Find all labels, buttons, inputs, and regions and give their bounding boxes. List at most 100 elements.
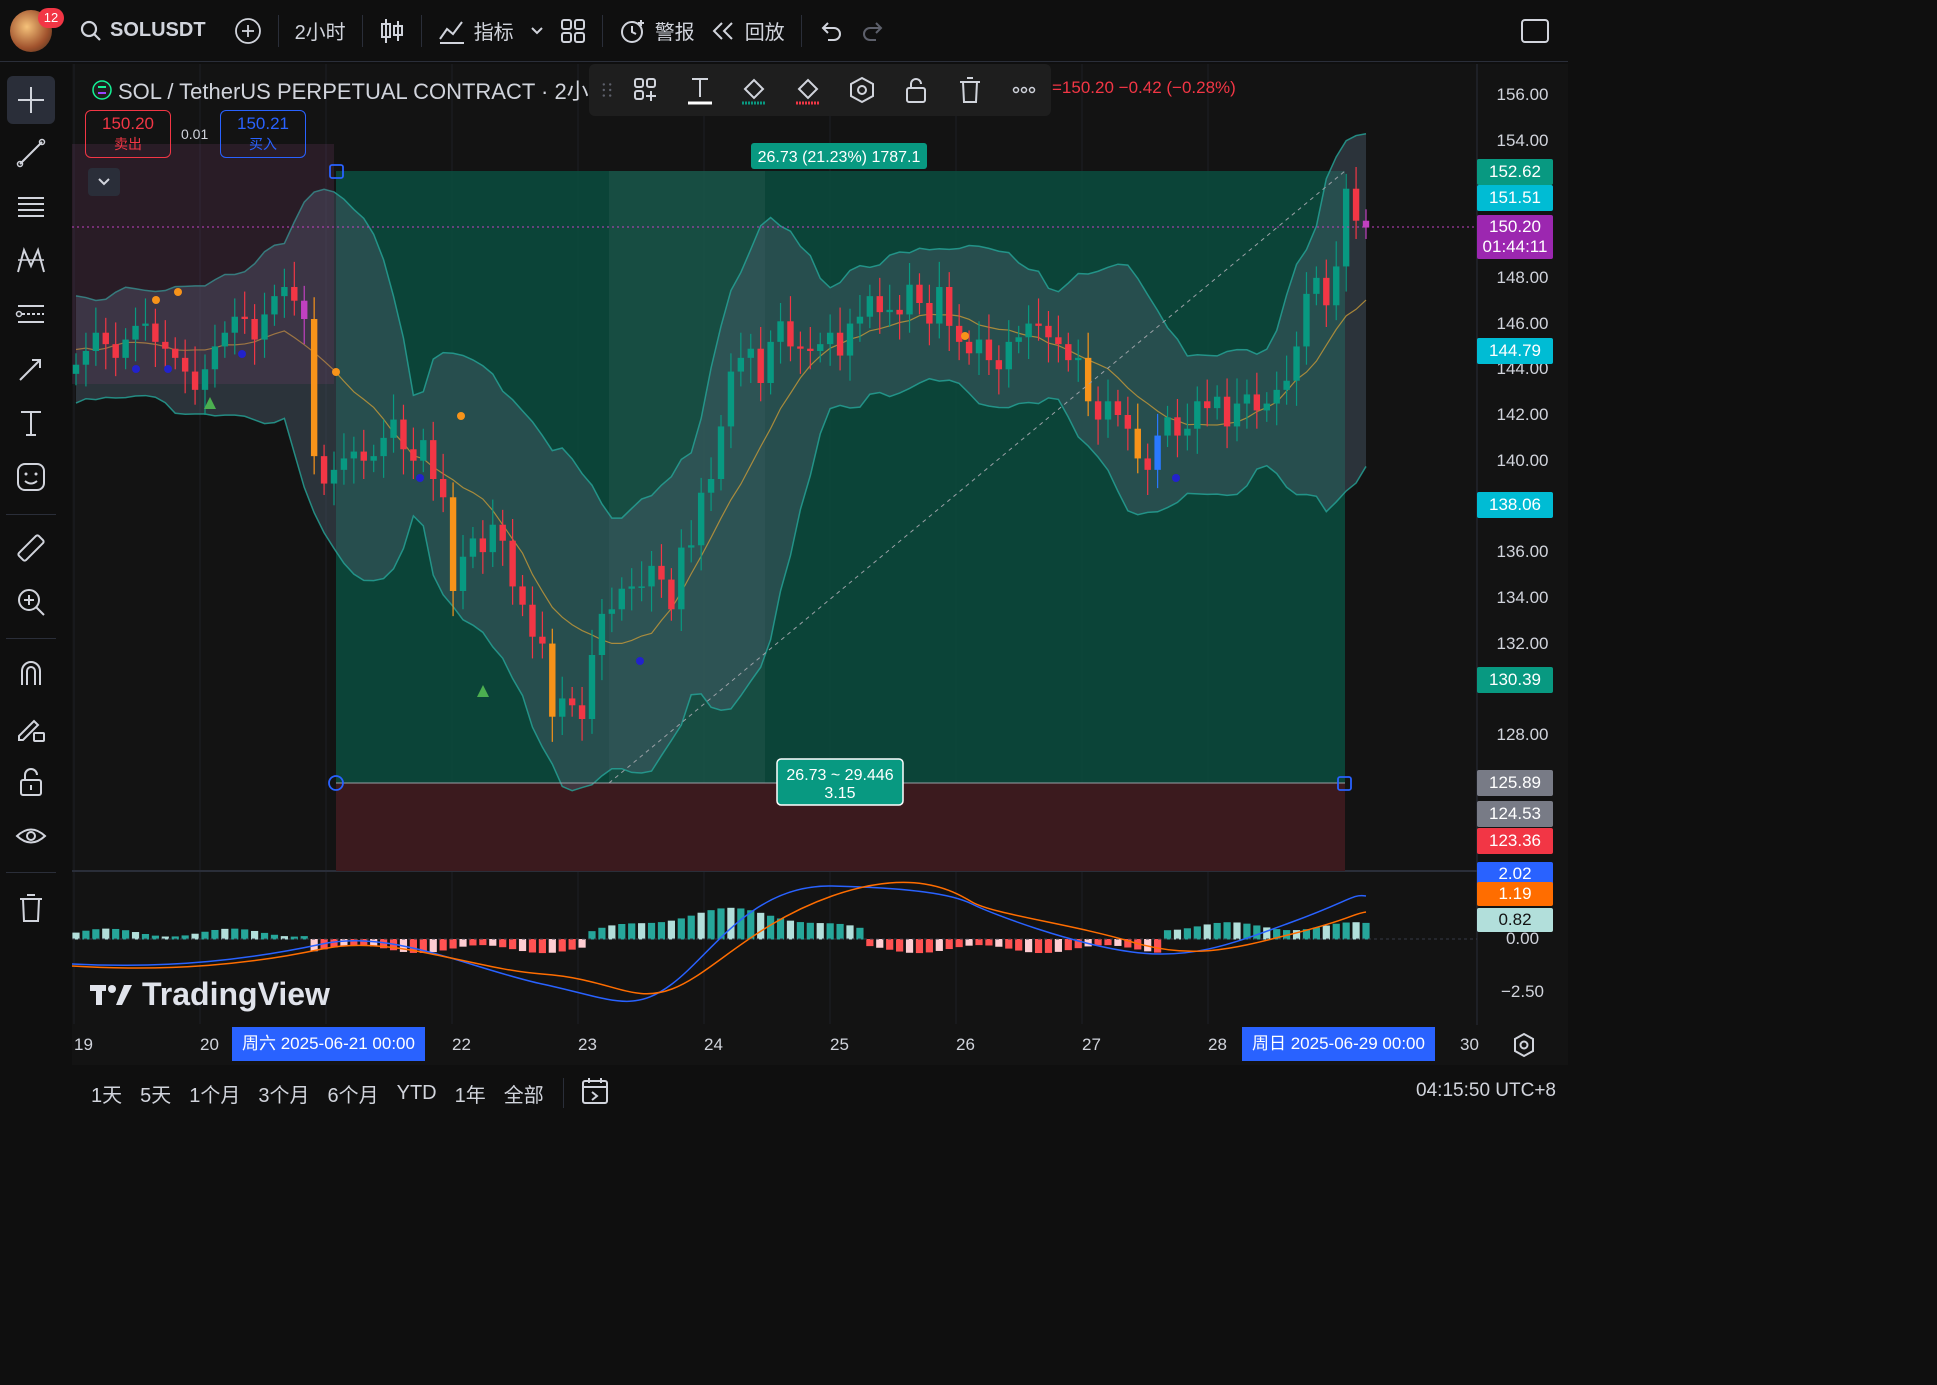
fill-color-button[interactable]: [727, 68, 781, 112]
macd-histogram-bar: [896, 939, 904, 952]
sticker-tool[interactable]: [7, 453, 55, 501]
legend-collapse-button[interactable]: [88, 168, 120, 196]
delete-drawing-button[interactable]: [943, 68, 997, 112]
hide-drawings-tool[interactable]: [7, 812, 55, 860]
price-label: 148.00: [1496, 267, 1549, 287]
template-button[interactable]: [619, 68, 673, 112]
buy-button[interactable]: 150.21 买入: [220, 110, 306, 158]
chart-pane[interactable]: 26.73 (21.23%) 1787.1 26.73 ~ 29.446 3.15 …: [72, 64, 1568, 1064]
top-toolbar: 12 SOLUSDT 2小时 指标 警报 回放: [0, 0, 1568, 62]
delete-drawings-tool[interactable]: [7, 884, 55, 932]
magnet-tool[interactable]: [7, 650, 55, 698]
indicators-button[interactable]: 指标: [430, 11, 522, 51]
candle-body: [886, 309, 893, 313]
macd-histogram-bar: [221, 928, 229, 940]
candle-body: [1045, 325, 1052, 338]
time-label: 23: [578, 1035, 597, 1054]
utc-clock[interactable]: 04:15:50 UTC+8: [1416, 1080, 1556, 1102]
candle-body: [1303, 293, 1310, 347]
lock-drawing-tool[interactable]: [7, 704, 55, 752]
drag-handle[interactable]: [595, 68, 619, 112]
macd-histogram-bar: [201, 931, 209, 940]
macd-histogram-bar: [985, 939, 993, 946]
toolbar-divider: [6, 872, 56, 873]
sell-button[interactable]: 150.20 卖出: [85, 110, 171, 158]
redo-button[interactable]: [852, 11, 894, 51]
chart-type-button[interactable]: [371, 11, 413, 51]
macd-histogram-bar: [449, 939, 457, 949]
interval-button[interactable]: 2小时: [287, 11, 354, 51]
trend-line-tool[interactable]: [7, 129, 55, 177]
loss-fill-color-button[interactable]: [781, 68, 835, 112]
fullscreen-button[interactable]: [1512, 11, 1558, 51]
macd-histogram-bar: [965, 939, 973, 946]
candle-body: [112, 344, 119, 358]
time-label: 28: [1208, 1035, 1227, 1054]
range-button[interactable]: 1年: [446, 1079, 495, 1108]
macd-histogram-bar: [92, 929, 100, 940]
undo-button[interactable]: [810, 11, 852, 51]
more-options-button[interactable]: [997, 68, 1051, 112]
candle-body: [1323, 277, 1330, 306]
range-button[interactable]: 5天: [131, 1079, 180, 1108]
zoom-tool[interactable]: [7, 578, 55, 626]
macd-histogram-bar: [578, 939, 586, 948]
indicators-label: 指标: [473, 22, 514, 44]
price-label: 134.00: [1496, 587, 1549, 607]
arrow-tool[interactable]: [7, 345, 55, 393]
candle-body: [1273, 389, 1280, 404]
replay-button[interactable]: 回放: [703, 11, 793, 51]
range-button[interactable]: 6个月: [319, 1079, 388, 1108]
settings-button[interactable]: [835, 68, 889, 112]
candle-body: [1055, 337, 1062, 345]
text-color-button[interactable]: [673, 68, 727, 112]
goto-date-button[interactable]: [574, 1076, 616, 1111]
macd-histogram-bar: [1213, 922, 1221, 940]
range-button[interactable]: YTD: [388, 1082, 446, 1105]
macd-histogram-bar: [340, 939, 348, 946]
price-tag: 138.06: [1477, 492, 1553, 519]
range-button[interactable]: 1个月: [180, 1079, 249, 1108]
range-button[interactable]: 1天: [82, 1079, 131, 1108]
chevron-down-icon: [98, 178, 110, 186]
signal-dot: [174, 288, 182, 296]
layout-button[interactable]: [552, 11, 594, 51]
crosshair-tool[interactable]: [7, 76, 55, 124]
macd-histogram-bar: [638, 923, 646, 940]
macd-histogram-bar: [707, 910, 715, 940]
candle-body: [271, 296, 278, 315]
lock-drawing-button[interactable]: [889, 68, 943, 112]
price-tag: 151.51: [1477, 184, 1553, 211]
candle-body: [390, 419, 397, 438]
signal-dot: [1172, 474, 1180, 482]
pattern-tool[interactable]: [7, 237, 55, 285]
horizontal-lines-tool[interactable]: [7, 183, 55, 231]
range-button[interactable]: 3个月: [249, 1079, 318, 1108]
symbol-search-button[interactable]: SOLUSDT: [72, 11, 214, 51]
measure-tool[interactable]: [7, 524, 55, 572]
range-button[interactable]: 全部: [495, 1079, 553, 1108]
indicators-dropdown[interactable]: [522, 11, 552, 51]
macd-histogram-bar: [886, 939, 894, 950]
text-tool[interactable]: [7, 399, 55, 447]
time-axis[interactable]: 19 20 22 23 24 25 26 27 28 30 周六 2025-06-21 00:00 周…: [72, 1025, 1568, 1065]
compare-add-button[interactable]: [226, 11, 270, 51]
more-dots-icon: [1012, 86, 1036, 94]
price-axis[interactable]: 156.00 154.00 148.00 146.00 144.00 142.00 140.…: [1477, 64, 1568, 1064]
fib-tool[interactable]: [7, 291, 55, 339]
alert-button[interactable]: 警报: [611, 11, 703, 51]
candle-body: [489, 524, 496, 553]
symbol-legend[interactable]: SOL / TetherUS PERPETUAL CONTRACT · 2小时: [92, 74, 611, 106]
candle-body: [340, 458, 348, 470]
candle-body: [946, 287, 953, 326]
signal-dot: [132, 365, 140, 373]
macd-histogram-bar: [241, 929, 249, 940]
candle-body: [539, 636, 546, 644]
axis-settings-icon[interactable]: [1511, 1032, 1537, 1058]
lock-all-tool[interactable]: [7, 758, 55, 806]
range-buttons: 1天 5天 1个月 3个月 6个月 YTD 1年 全部: [72, 1079, 553, 1108]
candle-body: [678, 547, 685, 610]
macd-histogram-bar: [509, 939, 517, 950]
price-chart[interactable]: 26.73 (21.23%) 1787.1 26.73 ~ 29.4463.15: [72, 64, 1568, 1064]
macd-histogram-bar: [1054, 939, 1062, 952]
